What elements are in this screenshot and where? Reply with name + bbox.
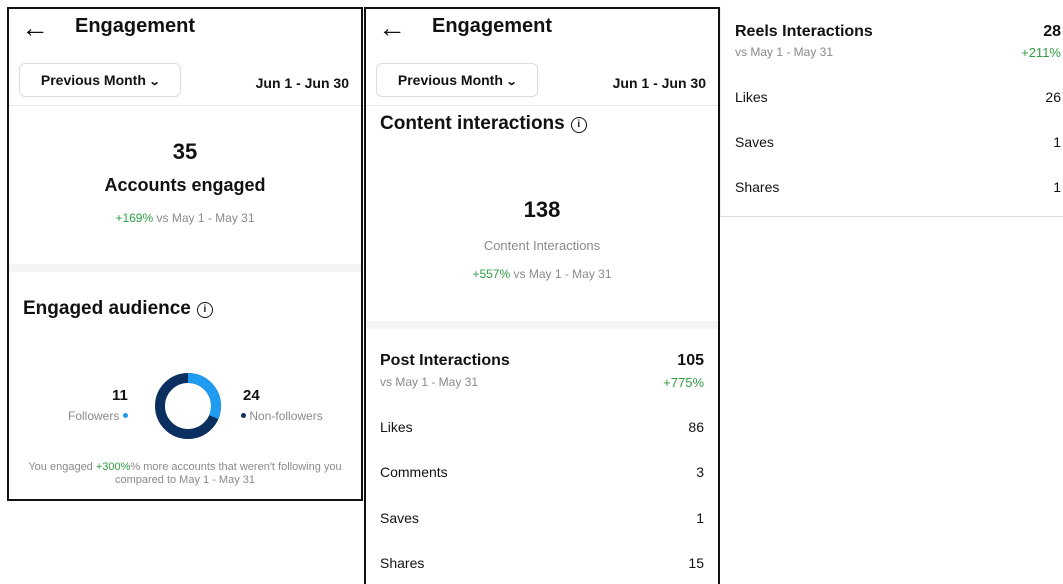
info-icon[interactable]: i: [570, 117, 587, 133]
row-value: 3: [696, 464, 704, 480]
row-value: 1: [1053, 179, 1061, 195]
change-percent: +557%: [472, 267, 511, 281]
content-interactions-value: 138: [523, 197, 561, 222]
followers-value: 11: [112, 387, 128, 404]
list-item: Shares 15: [380, 555, 704, 575]
row-label: Shares: [735, 179, 780, 195]
list-item: Likes 86: [380, 419, 704, 439]
post-interactions-change: +775%: [663, 375, 704, 390]
reels-interactions-change: +211%: [1021, 45, 1061, 60]
content-interactions-label: Content Interactions: [483, 238, 601, 253]
engagement-panel-content: ← Engagement Previous Month ⌄ Jun 1 - Jun…: [364, 7, 720, 584]
period-label: Previous Month: [397, 72, 503, 88]
period-dropdown-button[interactable]: Previous Month ⌄: [19, 63, 181, 97]
note-prefix: You engaged: [28, 461, 96, 473]
accounts-engaged-change: +169% vs May 1 - May 31: [9, 211, 361, 225]
note-line2: compared to May 1 - May 31: [114, 474, 255, 486]
period-dropdown-button[interactable]: Previous Month ⌄: [376, 63, 538, 97]
arrow-left-icon[interactable]: ←: [21, 13, 49, 43]
engaged-audience-title: Engaged audience i: [23, 298, 213, 320]
post-interactions-title: Post Interactions: [380, 352, 510, 369]
page-title: Engagement: [432, 15, 553, 37]
page-title: Engagement: [75, 15, 196, 37]
list-item: Comments 3: [380, 464, 704, 484]
list-item: Likes 26: [735, 89, 1061, 109]
non-followers-label: Non-followers: [249, 409, 323, 423]
arrow-left-icon[interactable]: ←: [378, 13, 406, 43]
reels-interactions-panel: Reels Interactions 28 vs May 1 - May 31 …: [720, 7, 1063, 217]
accounts-engaged-label: Accounts engaged: [104, 175, 266, 195]
row-value: 1: [696, 510, 704, 526]
top-bar: ← Engagement: [9, 9, 361, 51]
reels-interactions-title: Reels Interactions: [735, 23, 873, 40]
non-followers-legend: Non-followers: [241, 409, 323, 423]
post-interactions-value: 105: [677, 352, 704, 369]
row-value: 15: [688, 555, 704, 571]
top-bar: ← Engagement: [366, 9, 718, 51]
row-value: 1: [1053, 134, 1061, 150]
compare-period: vs May 1 - May 31: [513, 267, 612, 281]
period-label: Previous Month: [40, 72, 146, 88]
row-value: 86: [688, 419, 704, 435]
section-divider: [366, 321, 718, 329]
list-item: Saves 1: [380, 510, 704, 530]
engaged-audience-donut: [155, 373, 221, 439]
date-range: Jun 1 - Jun 30: [255, 75, 349, 91]
divider: [9, 105, 361, 106]
followers-dot: [122, 413, 128, 418]
row-label: Saves: [380, 510, 419, 526]
non-followers-dot: [241, 413, 246, 418]
reels-interactions-value: 28: [1043, 23, 1061, 40]
followers-label: Followers: [68, 409, 120, 423]
content-interactions-change: +557% vs May 1 - May 31: [366, 267, 718, 281]
change-percent: +169%: [115, 211, 154, 225]
chevron-down-icon: ⌄: [505, 76, 518, 88]
note-percent: +300%: [95, 461, 131, 473]
row-label: Likes: [735, 89, 768, 105]
row-label: Likes: [380, 419, 413, 435]
list-item: Saves 1: [735, 134, 1061, 154]
reels-interactions-compare: vs May 1 - May 31: [735, 45, 834, 59]
non-followers-value: 24: [243, 387, 260, 404]
followers-legend: Followers: [68, 409, 128, 423]
info-icon[interactable]: i: [196, 302, 213, 318]
content-interactions-title-text: Content interactions: [380, 113, 565, 134]
row-label: Shares: [380, 555, 425, 571]
row-label: Saves: [735, 134, 774, 150]
audience-note: You engaged +300%% more accounts that we…: [19, 461, 351, 487]
accounts-engaged-value: 35: [172, 139, 198, 164]
engaged-audience-title-text: Engaged audience: [23, 298, 191, 319]
engagement-panel-accounts: ← Engagement Previous Month ⌄ Jun 1 - Jun…: [7, 7, 363, 501]
content-interactions-title: Content interactions i: [380, 113, 587, 135]
chevron-down-icon: ⌄: [148, 76, 161, 88]
divider: [366, 105, 718, 106]
note-suffix: % more accounts that weren't following y…: [130, 461, 342, 473]
post-interactions-compare: vs May 1 - May 31: [380, 375, 479, 389]
compare-period: vs May 1 - May 31: [156, 211, 255, 225]
list-item: Shares 1: [735, 179, 1061, 199]
row-value: 26: [1045, 89, 1061, 105]
date-range: Jun 1 - Jun 30: [612, 75, 706, 91]
row-label: Comments: [380, 464, 448, 480]
section-divider: [9, 264, 361, 272]
